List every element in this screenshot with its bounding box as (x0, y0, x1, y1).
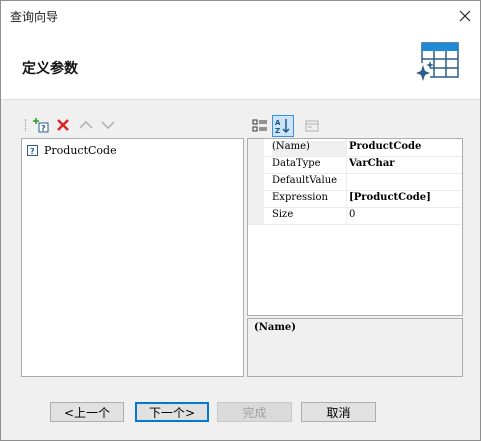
property-grid[interactable]: (Name) ProductCode DataType VarChar Defa… (247, 138, 463, 316)
column-divider (346, 173, 347, 190)
property-row-expression[interactable]: Expression [ProductCode] (248, 190, 462, 208)
svg-text:Z: Z (275, 127, 280, 134)
property-value[interactable]: ProductCode (349, 141, 461, 156)
categorized-icon (252, 119, 267, 132)
row-margin (248, 139, 264, 156)
window-title: 查询向导 (10, 10, 59, 24)
row-margin (248, 190, 264, 207)
property-row-size[interactable]: Size 0 (248, 207, 462, 225)
parameter-name: ProductCode (44, 143, 117, 157)
property-pages-button[interactable] (301, 115, 323, 137)
close-button[interactable] (450, 1, 480, 31)
property-name: Size (272, 209, 294, 220)
alphabetical-view-button[interactable]: A Z (272, 115, 294, 137)
property-value[interactable]: 0 (349, 209, 461, 224)
move-up-button[interactable] (76, 115, 96, 135)
property-toolbar: A Z (249, 115, 461, 137)
property-description-title: (Name) (254, 322, 297, 333)
column-divider (346, 207, 347, 224)
column-divider (346, 139, 347, 156)
delete-icon (57, 119, 69, 131)
query-wizard-window: 查询向导 定义参数 ? ? ProductCode A Z (Name) Pro… (0, 0, 481, 441)
add-parameter-icon: ? (33, 118, 49, 133)
title-bar: 查询向导 (1, 1, 480, 31)
delete-parameter-button[interactable] (53, 115, 73, 135)
svg-text:?: ? (41, 124, 46, 133)
back-button[interactable]: <上一个 (50, 402, 124, 422)
add-parameter-button[interactable]: ? (31, 115, 51, 135)
list-item[interactable]: ? ProductCode (27, 142, 117, 158)
svg-text:A: A (275, 119, 281, 127)
property-name: (Name) (272, 141, 346, 156)
property-name: DefaultValue (272, 175, 338, 186)
parameter-list[interactable]: ? ProductCode (21, 138, 244, 377)
table-wizard-icon (416, 42, 459, 83)
toolbar-grip (25, 119, 28, 131)
row-margin (248, 173, 264, 190)
categorized-view-button[interactable] (249, 115, 271, 137)
wizard-header: 定义参数 (1, 31, 480, 100)
property-name: Expression (272, 192, 328, 203)
property-pages-icon (305, 120, 319, 132)
svg-text:?: ? (30, 147, 35, 156)
chevron-down-icon (101, 121, 115, 130)
row-margin (248, 207, 264, 224)
property-description-panel: (Name) (247, 318, 463, 377)
chevron-up-icon (79, 120, 93, 129)
property-row-defaultvalue[interactable]: DefaultValue (248, 173, 462, 191)
next-button[interactable]: 下一个> (135, 402, 209, 422)
row-margin (248, 156, 264, 173)
page-title: 定义参数 (22, 61, 78, 77)
sort-az-icon: A Z (275, 119, 290, 134)
property-value[interactable]: [ProductCode] (349, 192, 461, 207)
column-divider (346, 156, 347, 173)
parameter-icon: ? (27, 144, 38, 156)
move-down-button[interactable] (98, 115, 118, 135)
property-row-datatype[interactable]: DataType VarChar (248, 156, 462, 174)
property-value[interactable]: VarChar (349, 158, 461, 173)
cancel-button[interactable]: 取消 (301, 402, 376, 422)
close-icon (459, 10, 471, 22)
finish-button[interactable]: 完成 (217, 402, 292, 422)
property-value[interactable] (349, 175, 461, 190)
parameter-toolbar: ? (21, 115, 243, 135)
property-row-name[interactable]: (Name) ProductCode (248, 139, 462, 157)
property-name: DataType (272, 158, 321, 169)
column-divider (346, 190, 347, 207)
